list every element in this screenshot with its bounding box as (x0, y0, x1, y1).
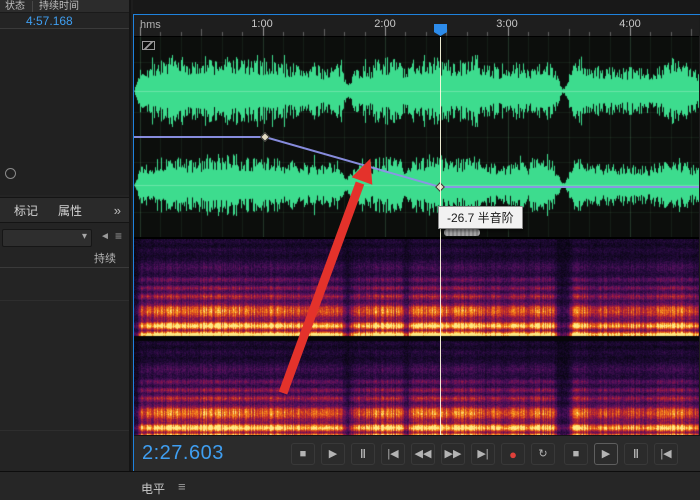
pause-button[interactable]: ‖ (351, 443, 375, 465)
spectrogram-canvas (134, 239, 699, 437)
skip-to-end-button[interactable]: ▶| (471, 443, 495, 465)
transport-buttons-secondary: ■ ▶ ‖ |◀ (564, 443, 678, 465)
duration-value: 4:57.168 (26, 14, 73, 28)
divider (0, 430, 129, 431)
collapse-icon[interactable]: ◄ (100, 231, 110, 242)
levels-panel-title: 电平 (141, 482, 166, 496)
time-display[interactable]: 2:27.603 (142, 442, 224, 465)
spectrogram-display[interactable] (134, 237, 699, 437)
timeline-ruler[interactable]: hms 1:00 2:00 3:00 4:00 (134, 15, 699, 37)
ruler-tick-label: 1:00 (251, 18, 273, 30)
header-divider (32, 1, 33, 12)
stop-button[interactable]: ■ (291, 443, 315, 465)
fast-forward-button[interactable]: ▶▶ (441, 443, 465, 465)
waveform-editor-panel: hms 1:00 2:00 3:00 4:00 -26.7 半音阶 2:27.6… (133, 14, 700, 471)
playhead-line (440, 37, 441, 435)
clip-gain-icon[interactable] (142, 41, 155, 50)
record-button[interactable]: ● (501, 443, 525, 465)
marker-toolbar-row: ▾ ◄ ≡ (0, 226, 129, 250)
pause-button-2[interactable]: ‖ (624, 443, 648, 465)
rewind-button[interactable]: ◀◀ (411, 443, 435, 465)
divider (0, 267, 129, 268)
marker-type-dropdown[interactable]: ▾ (2, 229, 92, 247)
loop-button[interactable]: ↻ (531, 443, 555, 465)
play-button[interactable]: ▶ (321, 443, 345, 465)
ruler-tick-label: 2:00 (374, 18, 396, 30)
time-format-label: hms (140, 19, 161, 31)
chevron-down-icon: ▾ (81, 231, 87, 242)
volume-envelope[interactable] (134, 37, 699, 237)
play-button-2[interactable]: ▶ (594, 443, 618, 465)
top-strip (133, 0, 700, 14)
panel-overflow-chevron[interactable]: » (114, 198, 121, 224)
ruler-tick-label: 3:00 (496, 18, 518, 30)
stop-button-2[interactable]: ■ (564, 443, 588, 465)
transport-buttons: ■ ▶ ‖ |◀ ◀◀ ▶▶ ▶| ● ↻ (291, 443, 555, 465)
empty-list-area (0, 29, 129, 195)
left-panel: 状态 持续时间 4:57.168 标记 属性 » ▾ ◄ ≡ 持续 (0, 0, 131, 471)
status-icon (5, 168, 16, 179)
skip-to-start-button-2[interactable]: |◀ (654, 443, 678, 465)
ruler-ticks-canvas (134, 15, 699, 37)
tab-properties[interactable]: 属性 (58, 198, 82, 224)
skip-to-start-button[interactable]: |◀ (381, 443, 405, 465)
waveform-display[interactable] (134, 37, 699, 237)
selection-header-row: 状态 持续时间 (0, 0, 129, 13)
transport-bar: 2:27.603 ■ ▶ ‖ |◀ ◀◀ ▶▶ ▶| ● ↻ ■ ▶ ‖ |◀ (134, 435, 700, 471)
tab-markers[interactable]: 标记 (14, 198, 38, 224)
ruler-tick-label: 4:00 (619, 18, 641, 30)
levels-panel: 电平 ≡ (0, 471, 700, 500)
header-col-duration: 持续时间 (39, 1, 79, 12)
panel-tab-bar: 标记 属性 » (0, 197, 129, 223)
divider (0, 300, 129, 301)
panel-menu-icon[interactable]: ≡ (178, 479, 186, 494)
header-col-status: 状态 (5, 1, 25, 12)
envelope-value-tooltip: -26.7 半音阶 (438, 206, 523, 229)
menu-icon[interactable]: ≡ (115, 229, 122, 243)
envelope-drag-handle[interactable] (444, 229, 480, 236)
duration-column-header: 持续 (94, 253, 116, 265)
